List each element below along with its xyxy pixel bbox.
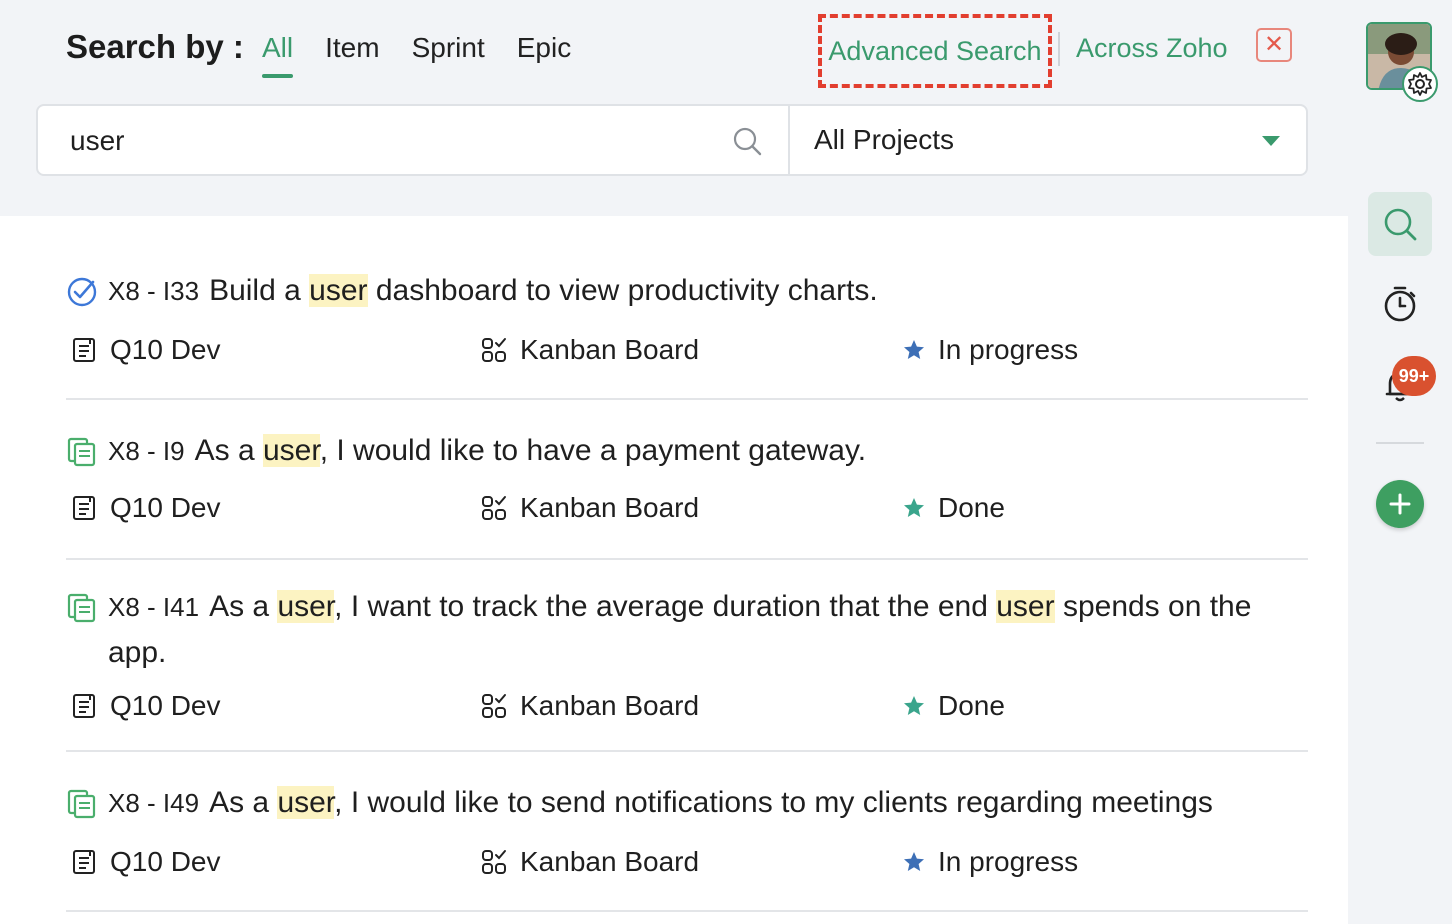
project-icon bbox=[73, 338, 95, 362]
board-meta: Kanban Board bbox=[480, 844, 699, 880]
title-text: As a bbox=[194, 434, 263, 467]
status-meta-label: In progress bbox=[938, 846, 1079, 877]
search-input[interactable] bbox=[70, 124, 710, 158]
search-bar: All Projects bbox=[36, 104, 1308, 176]
right-rail: 99+ bbox=[1348, 0, 1452, 924]
project-filter-value: All Projects bbox=[814, 124, 955, 155]
search-match-highlight: user bbox=[277, 590, 335, 623]
close-icon[interactable]: ✕ bbox=[1256, 28, 1292, 62]
item-id: X8 - I41 bbox=[108, 592, 200, 622]
board-icon bbox=[482, 694, 506, 718]
advanced-search-link[interactable]: Advanced Search bbox=[818, 14, 1052, 88]
timer-icon[interactable] bbox=[1380, 284, 1420, 324]
tab-sprint[interactable]: Sprint bbox=[412, 30, 485, 76]
status-star-icon bbox=[904, 340, 924, 359]
tab-epic[interactable]: Epic bbox=[517, 30, 571, 76]
board-meta: Kanban Board bbox=[480, 688, 699, 724]
status-star-icon bbox=[904, 696, 924, 715]
status-meta: In progress bbox=[902, 332, 1078, 368]
across-zoho-link[interactable]: Across Zoho bbox=[1076, 30, 1228, 66]
result-row[interactable]: X8 - I41 As a user, I want to track the a… bbox=[66, 560, 1308, 752]
project-icon bbox=[73, 694, 95, 718]
rail-search-button[interactable] bbox=[1368, 192, 1432, 256]
title-text: , I want to track the average duration t… bbox=[334, 590, 997, 623]
board-meta-label: Kanban Board bbox=[520, 334, 700, 365]
board-meta-label: Kanban Board bbox=[520, 846, 700, 877]
project-meta-label: Q10 Dev bbox=[110, 690, 221, 721]
title-text: , I would like to send notifications to … bbox=[334, 786, 1213, 819]
title-text: As a bbox=[209, 590, 278, 623]
board-meta-label: Kanban Board bbox=[520, 492, 700, 523]
search-match-highlight: user bbox=[262, 434, 320, 467]
status-star-icon bbox=[904, 498, 924, 517]
status-meta-label: Done bbox=[938, 492, 1005, 523]
result-title[interactable]: X8 - I41 As a user, I want to track the a… bbox=[108, 584, 1298, 675]
add-icon bbox=[1389, 493, 1411, 515]
status-meta-label: In progress bbox=[938, 334, 1079, 365]
board-meta-label: Kanban Board bbox=[520, 690, 700, 721]
status-meta-label: Done bbox=[938, 690, 1005, 721]
status-star-icon bbox=[904, 852, 924, 871]
rail-divider bbox=[1376, 442, 1424, 444]
gear-icon[interactable] bbox=[1402, 66, 1438, 102]
title-text: As a bbox=[209, 786, 278, 819]
tab-item[interactable]: Item bbox=[325, 30, 379, 76]
project-meta: Q10 Dev bbox=[70, 844, 221, 880]
project-meta-label: Q10 Dev bbox=[110, 334, 221, 365]
add-button[interactable] bbox=[1376, 480, 1424, 528]
board-icon bbox=[482, 338, 506, 362]
story-icon bbox=[66, 788, 98, 820]
board-meta: Kanban Board bbox=[480, 490, 699, 526]
title-text: dashboard to view productivity charts. bbox=[367, 274, 878, 307]
result-title[interactable]: X8 - I33 Build a user dashboard to view p… bbox=[108, 268, 1298, 314]
board-icon bbox=[482, 496, 506, 520]
result-row[interactable]: X8 - I9 As a user, I would like to have a… bbox=[66, 400, 1308, 560]
item-id: X8 - I9 bbox=[108, 436, 185, 466]
project-meta: Q10 Dev bbox=[70, 332, 221, 368]
search-icon bbox=[1384, 208, 1417, 241]
search-icon[interactable] bbox=[732, 126, 762, 156]
title-text: Build a bbox=[209, 274, 310, 307]
notification-badge: 99+ bbox=[1392, 356, 1436, 396]
project-filter-dropdown[interactable]: All Projects bbox=[790, 106, 1306, 174]
status-meta: In progress bbox=[902, 844, 1078, 880]
project-icon bbox=[73, 850, 95, 874]
item-id: X8 - I33 bbox=[108, 276, 200, 306]
board-meta: Kanban Board bbox=[480, 332, 699, 368]
project-meta: Q10 Dev bbox=[70, 688, 221, 724]
header-divider bbox=[1058, 32, 1060, 66]
search-field bbox=[38, 106, 790, 174]
result-row[interactable]: X8 - I33 Build a user dashboard to view p… bbox=[66, 258, 1308, 400]
project-icon bbox=[73, 496, 95, 520]
story-icon bbox=[66, 592, 98, 624]
search-match-highlight: user bbox=[309, 274, 368, 307]
search-by-label: Search by : bbox=[66, 28, 244, 65]
status-meta: Done bbox=[902, 688, 1005, 724]
result-row[interactable]: X8 - I49 As a user, I would like to send … bbox=[66, 752, 1308, 912]
project-meta-label: Q10 Dev bbox=[110, 846, 221, 877]
item-id: X8 - I49 bbox=[108, 788, 200, 818]
search-scope-tabs: All Item Sprint Epic bbox=[262, 30, 603, 78]
board-icon bbox=[482, 850, 506, 874]
project-meta-label: Q10 Dev bbox=[110, 492, 221, 523]
result-title[interactable]: X8 - I9 As a user, I would like to have a… bbox=[108, 428, 1298, 474]
search-match-highlight: user bbox=[996, 590, 1055, 623]
status-meta: Done bbox=[902, 490, 1005, 526]
project-meta: Q10 Dev bbox=[70, 490, 221, 526]
chevron-down-icon bbox=[1262, 136, 1280, 146]
story-icon bbox=[66, 436, 98, 468]
task-check-icon bbox=[66, 276, 98, 308]
title-text: , I would like to have a payment gateway… bbox=[319, 434, 867, 467]
search-panel: Search by : All Item Sprint Epic Advance… bbox=[0, 0, 1348, 216]
result-title[interactable]: X8 - I49 As a user, I would like to send … bbox=[108, 780, 1298, 826]
search-match-highlight: user bbox=[277, 786, 335, 819]
tab-all[interactable]: All bbox=[262, 30, 294, 78]
